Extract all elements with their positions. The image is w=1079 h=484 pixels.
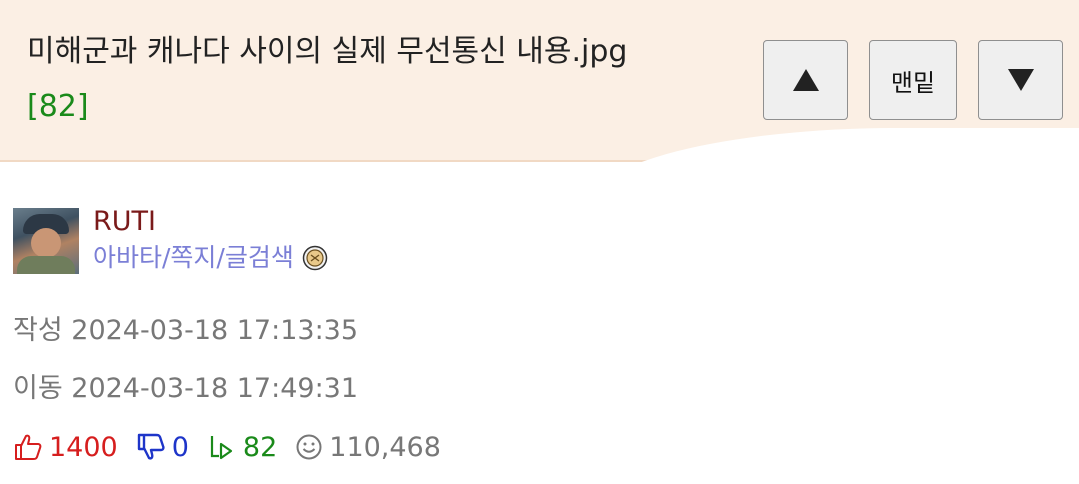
thumbs-up-icon [15,434,42,460]
comment-count[interactable]: [82] [27,85,89,129]
moved-date: 이동 2024-03-18 17:49:31 [13,373,359,404]
scroll-up-button[interactable] [763,40,848,120]
scroll-bottom-button[interactable]: 맨밑 [869,40,957,120]
header-wave-decoration [585,128,1079,208]
reply-stat[interactable]: 82 [207,432,277,463]
downvote-stat[interactable]: 0 [136,432,189,463]
upvote-stat[interactable]: 1400 [13,432,118,463]
smiley-icon [296,434,322,460]
reply-arrow-icon [210,436,233,460]
downvote-count: 0 [171,431,189,463]
avatar[interactable] [13,208,79,274]
view-count: 110,468 [329,431,441,463]
scroll-down-button[interactable] [978,40,1063,120]
created-date: 작성 2024-03-18 17:13:35 [13,315,359,346]
level-badge-icon [302,245,328,271]
post-header: 미해군과 캐나다 사이의 실제 무선통신 내용.jpg [82] 맨밑 [0,0,1079,208]
thumbs-down-icon [137,433,165,460]
post-stats: 1400 0 82 110,468 [13,427,459,467]
view-stat: 110,468 [295,432,441,463]
author-nickname[interactable]: RUTI [93,204,156,240]
upvote-count: 1400 [49,431,118,463]
post-title: 미해군과 캐나다 사이의 실제 무선통신 내용.jpg [27,34,628,69]
author-links-text[interactable]: 아바타/쪽지/글검색 [93,240,294,276]
author-links: 아바타/쪽지/글검색 [93,240,328,276]
reply-count: 82 [242,431,278,463]
triangle-up-icon [792,69,819,91]
triangle-down-icon [1007,69,1034,91]
